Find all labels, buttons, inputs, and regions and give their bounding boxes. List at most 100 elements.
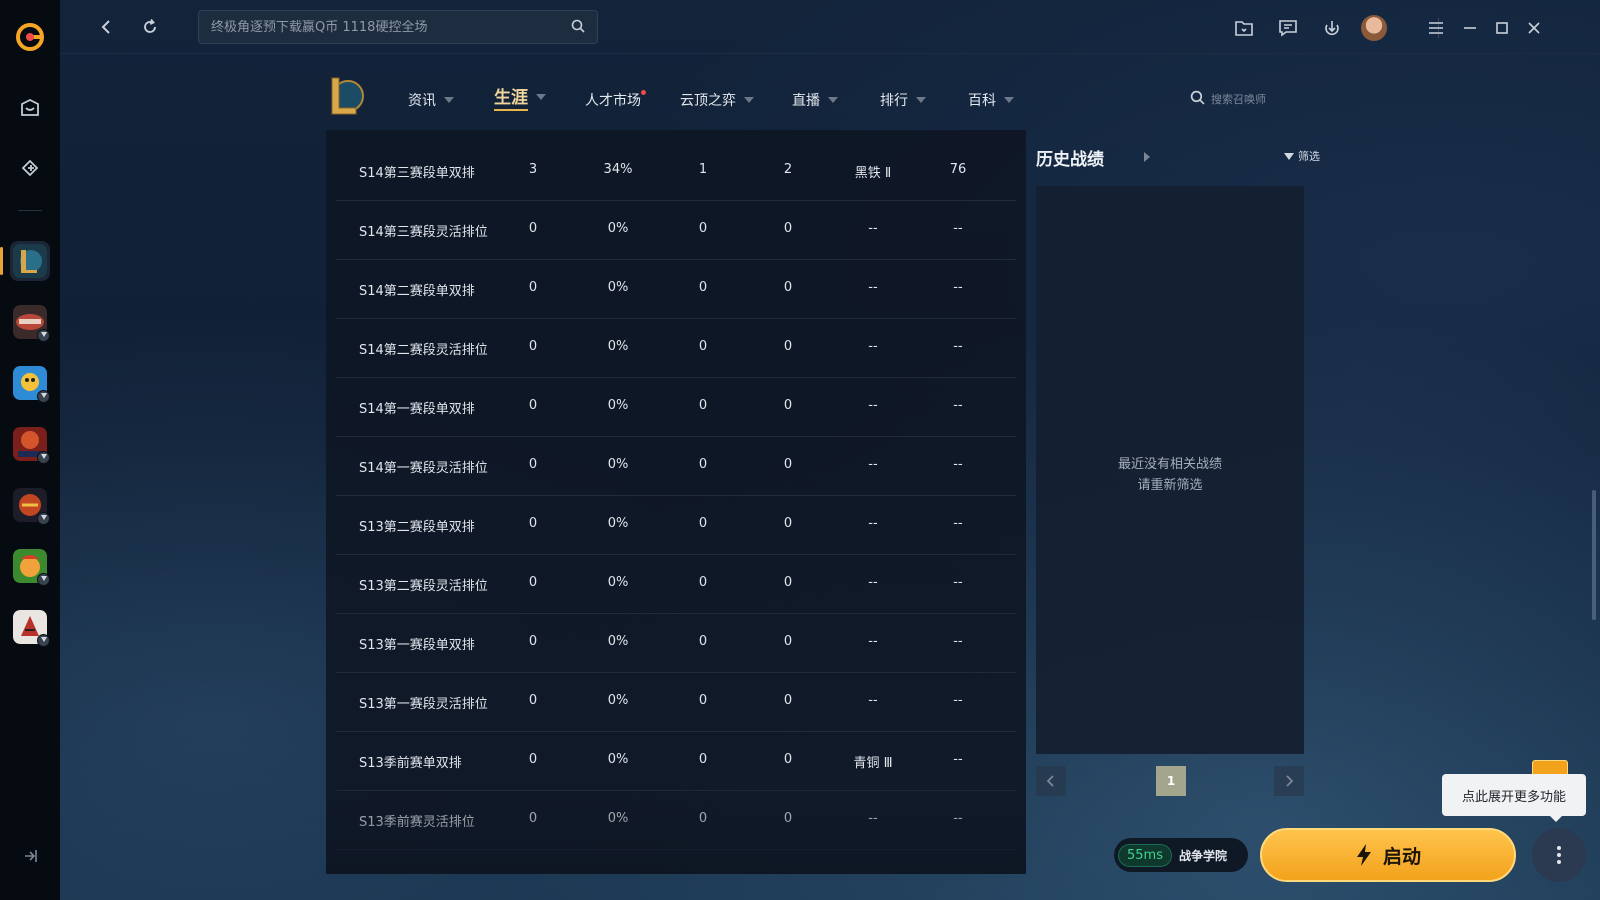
- game-6[interactable]: [10, 607, 50, 647]
- tab-wiki[interactable]: 百科: [968, 88, 1014, 112]
- game-lol[interactable]: [0, 241, 50, 281]
- cell-c3: 0: [698, 752, 708, 767]
- search-bar[interactable]: [198, 10, 598, 44]
- tab-label: 百科: [968, 93, 996, 109]
- summoner-search[interactable]: [1190, 90, 1321, 108]
- wegame-logo[interactable]: [15, 22, 45, 52]
- empty-message: 最近没有相关战绩 请重新筛选: [1036, 454, 1304, 496]
- cell-c3: 0: [698, 280, 708, 295]
- tab-news[interactable]: 资讯: [408, 88, 454, 112]
- tab-label: 直播: [792, 93, 820, 109]
- table-row[interactable]: S13第一赛段灵活排位 0 0% 0 0 -- --: [336, 672, 1016, 732]
- game-controller-icon[interactable]: [10, 148, 50, 188]
- avatar[interactable]: [1360, 14, 1388, 42]
- cell-winrate: 0%: [607, 280, 629, 295]
- prev-page-button[interactable]: [1036, 766, 1066, 796]
- tab-label: 人才市场: [585, 90, 646, 110]
- chevron-down-icon: [536, 94, 546, 100]
- cell-score: --: [953, 457, 963, 472]
- next-page-button[interactable]: [1274, 766, 1304, 796]
- table-row[interactable]: S13第一赛段单双排 0 0% 0 0 -- --: [336, 613, 1016, 673]
- tab-label: 生涯: [494, 83, 528, 111]
- game-2[interactable]: [10, 363, 50, 403]
- more-options-button[interactable]: [1532, 828, 1586, 882]
- page-scrollbar[interactable]: [1592, 490, 1596, 620]
- main-area: 资讯 生涯 人才市场 云顶之弈 直播 排行 百科 S14第三赛段单双排 3 34% 1…: [60, 0, 1600, 900]
- lol-logo[interactable]: [326, 74, 366, 118]
- cell-games: 0: [528, 752, 538, 767]
- search-icon[interactable]: [571, 18, 585, 37]
- cell-c4: 0: [783, 457, 793, 472]
- history-panel: 最近没有相关战绩 请重新筛选: [1036, 186, 1304, 754]
- cell-score: --: [953, 634, 963, 649]
- refresh-icon[interactable]: [138, 15, 162, 39]
- store-bag-icon[interactable]: [10, 88, 50, 128]
- download-badge-icon: [37, 634, 50, 647]
- cell-c4: 0: [783, 339, 793, 354]
- game-4[interactable]: [10, 485, 50, 525]
- more-features-tooltip: 点此展开更多功能: [1442, 774, 1586, 822]
- cell-score: --: [953, 221, 963, 236]
- table-row[interactable]: S13第二赛段灵活排位 0 0% 0 0 -- --: [336, 554, 1016, 614]
- chevron-down-icon: [444, 97, 454, 103]
- tab-career[interactable]: 生涯: [494, 83, 546, 111]
- cell-c4: 0: [783, 693, 793, 708]
- cell-c4: 0: [783, 398, 793, 413]
- tab-label: 资讯: [408, 93, 436, 109]
- search-icon[interactable]: [1190, 90, 1205, 108]
- download-icon[interactable]: [1318, 14, 1346, 42]
- chevron-down-icon: [916, 97, 926, 103]
- cell-c3: 0: [698, 398, 708, 413]
- game-nba[interactable]: [10, 424, 50, 464]
- download-badge-icon: [37, 329, 50, 342]
- bolt-icon: [1356, 844, 1371, 866]
- filter-button[interactable]: 筛选: [1284, 148, 1320, 164]
- launch-button[interactable]: 启动: [1260, 828, 1516, 882]
- cell-c3: 1: [698, 162, 708, 177]
- table-row[interactable]: S14第一赛段灵活排位 0 0% 0 0 -- --: [336, 436, 1016, 496]
- table-row[interactable]: S13季前赛单双排 0 0% 0 0 青铜 Ⅲ --: [336, 731, 1016, 791]
- cell-tier: --: [868, 221, 878, 236]
- maximize-icon[interactable]: [1488, 14, 1516, 42]
- table-row[interactable]: S14第三赛段单双排 3 34% 1 2 黑铁 Ⅱ 76: [336, 141, 1016, 201]
- queue-name: S13第一赛段灵活排位: [359, 697, 488, 712]
- table-row[interactable]: S14第二赛段单双排 0 0% 0 0 -- --: [336, 259, 1016, 319]
- cell-tier: --: [868, 516, 878, 531]
- page-number-button[interactable]: 1: [1156, 766, 1186, 796]
- collapse-icon[interactable]: [20, 846, 40, 870]
- tab-tft[interactable]: 云顶之弈: [680, 88, 754, 112]
- table-row[interactable]: S14第二赛段灵活排位 0 0% 0 0 -- --: [336, 318, 1016, 378]
- download-badge-icon: [37, 390, 50, 403]
- queue-name: S14第一赛段灵活排位: [359, 461, 488, 476]
- cell-winrate: 0%: [607, 752, 629, 767]
- queue-name: S14第三赛段单双排: [359, 166, 475, 181]
- tab-live[interactable]: 直播: [792, 88, 838, 112]
- summoner-search-input[interactable]: [1211, 92, 1321, 106]
- game-dnf[interactable]: [10, 302, 50, 342]
- table-row[interactable]: S14第三赛段灵活排位 0 0% 0 0 -- --: [336, 200, 1016, 260]
- search-input[interactable]: [211, 19, 571, 35]
- queue-name: S14第三赛段灵活排位: [359, 225, 488, 240]
- minimize-icon[interactable]: [1456, 14, 1484, 42]
- cell-games: 0: [528, 280, 538, 295]
- chevron-right-icon[interactable]: [1144, 152, 1150, 162]
- tab-talent-market[interactable]: 人才市场: [585, 88, 646, 112]
- close-icon[interactable]: [1520, 14, 1548, 42]
- table-row[interactable]: S14第一赛段单双排 0 0% 0 0 -- --: [336, 377, 1016, 437]
- menu-icon[interactable]: [1422, 14, 1450, 42]
- table-row[interactable]: S13季前赛灵活排位 0 0% 0 0 -- --: [336, 790, 1016, 850]
- back-arrow-icon[interactable]: [94, 15, 118, 39]
- cell-tier: 青铜 Ⅲ: [853, 756, 893, 771]
- chevron-down-icon: [828, 97, 838, 103]
- game-5[interactable]: [10, 546, 50, 586]
- cell-winrate: 0%: [607, 811, 629, 826]
- message-icon[interactable]: [1274, 14, 1302, 42]
- tab-ranking[interactable]: 排行: [880, 88, 926, 112]
- cell-games: 0: [528, 516, 538, 531]
- cell-c3: 0: [698, 811, 708, 826]
- tab-label: 云顶之弈: [680, 93, 736, 109]
- server-status[interactable]: 55ms 战争学院: [1114, 838, 1248, 872]
- table-row[interactable]: S13第二赛段单双排 0 0% 0 0 -- --: [336, 495, 1016, 555]
- top-bar: [60, 0, 1600, 54]
- folder-icon[interactable]: [1230, 14, 1258, 42]
